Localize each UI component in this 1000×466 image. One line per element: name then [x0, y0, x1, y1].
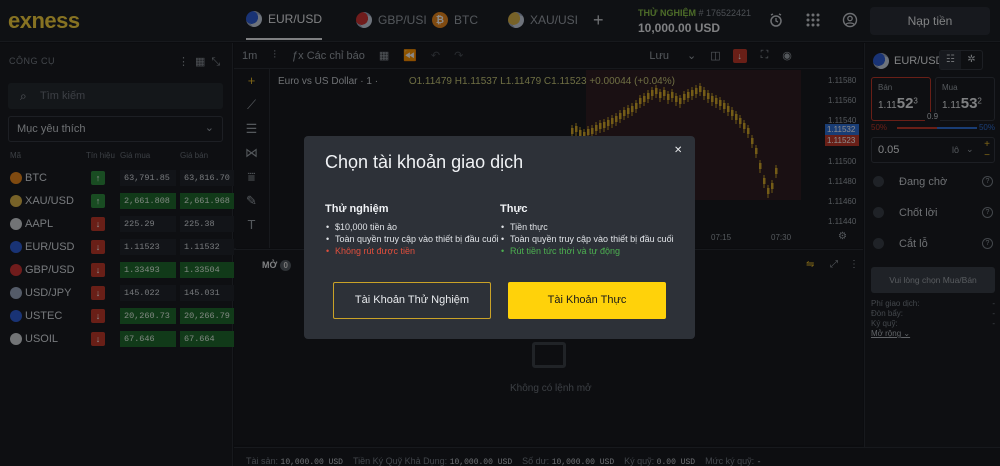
choose-account-modal: Chọn tài khoản giao dịch ✕ Thử nghiệm $1…	[304, 136, 695, 339]
feature-item: Rút tiền tức thời và tự động	[500, 245, 680, 257]
app-root: exness EUR/USD GBP/USI ▪▪ ₿ BTC XAU/USI …	[0, 0, 1000, 466]
modal-title: Chọn tài khoản giao dịch	[325, 152, 524, 172]
feature-item: $10,000 tiền ảo	[325, 221, 505, 233]
demo-column: Thử nghiệm $10,000 tiền ảo Toàn quyền tr…	[325, 203, 505, 257]
demo-features: $10,000 tiền ảo Toàn quyền truy cập vào …	[325, 221, 505, 257]
demo-heading: Thử nghiệm	[325, 203, 389, 215]
real-account-button[interactable]: Tài Khoản Thực	[508, 282, 666, 319]
real-column: Thực Tiền thực Toàn quyền truy cập vào t…	[500, 203, 680, 257]
real-features: Tiền thực Toàn quyền truy cập vào thiết …	[500, 221, 680, 257]
feature-item: Không rút được tiền	[325, 245, 505, 257]
close-icon[interactable]: ✕	[674, 145, 682, 156]
feature-item: Toàn quyền truy cập vào thiết bị đầu cuố…	[500, 233, 680, 245]
feature-item: Tiền thực	[500, 221, 680, 233]
demo-account-button[interactable]: Tài Khoản Thử Nghiệm	[333, 282, 491, 319]
feature-item: Toàn quyền truy cập vào thiết bị đầu cuố…	[325, 233, 505, 245]
real-heading: Thực	[500, 203, 528, 215]
